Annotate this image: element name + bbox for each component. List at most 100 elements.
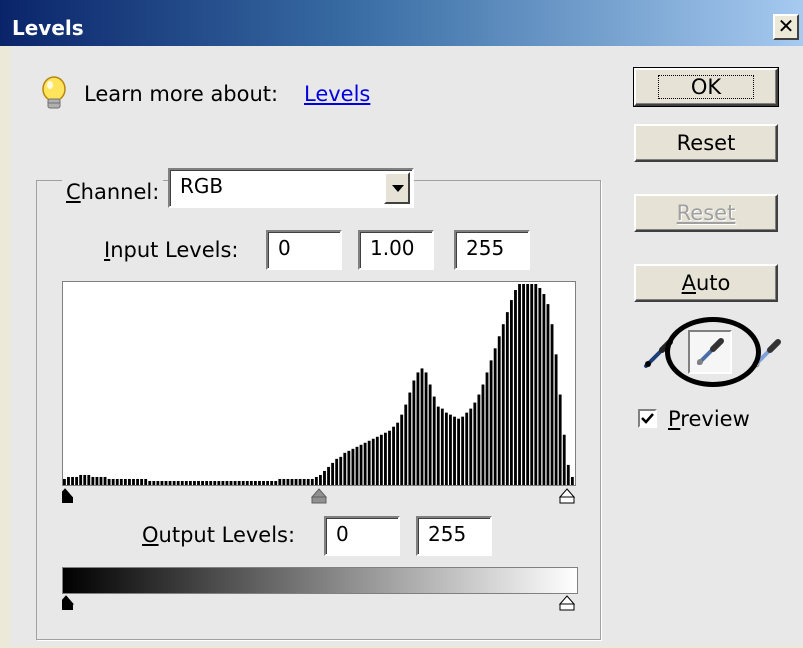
histogram-bar xyxy=(384,432,387,485)
histogram-bar xyxy=(526,284,530,485)
input-levels-label: Input Levels: xyxy=(104,238,239,262)
histogram-bar xyxy=(367,440,371,485)
output-black-handle-base[interactable] xyxy=(60,604,73,610)
output-slider[interactable] xyxy=(57,594,578,612)
histogram-bar xyxy=(205,480,209,485)
histogram-bar xyxy=(343,452,347,485)
input-white-handle[interactable] xyxy=(558,488,576,498)
histogram-bar xyxy=(501,324,505,485)
histogram-bar xyxy=(286,478,290,485)
histogram-bar xyxy=(221,480,225,485)
histogram-bar xyxy=(144,478,148,485)
ok-button-label: OK xyxy=(657,75,755,99)
channel-select[interactable]: RGB xyxy=(168,168,414,208)
title-bar[interactable]: Levels ✕ xyxy=(0,0,803,46)
histogram-bar xyxy=(245,480,249,485)
histogram-bar xyxy=(209,480,213,485)
histogram-bar xyxy=(408,392,412,485)
histogram-bar xyxy=(339,456,343,485)
histogram-bar xyxy=(481,384,485,485)
input-black-field[interactable]: 0 xyxy=(266,230,342,270)
histogram-bar xyxy=(375,436,379,485)
channel-value: RGB xyxy=(180,174,224,198)
histogram-bar xyxy=(400,414,404,485)
histogram-bar xyxy=(310,478,314,485)
histogram-bar xyxy=(262,480,265,485)
input-black-handle[interactable] xyxy=(56,488,74,498)
auto-button[interactable]: Auto xyxy=(634,264,778,302)
histogram-bar xyxy=(229,480,233,485)
histogram-bar xyxy=(270,480,274,485)
preview-checkbox[interactable] xyxy=(638,409,657,428)
histogram-bar xyxy=(217,480,221,485)
input-slider-track[interactable] xyxy=(56,487,576,505)
learn-more-label: Learn more about: xyxy=(84,82,279,106)
histogram-bar xyxy=(477,394,481,485)
histogram-bar xyxy=(428,384,432,485)
histogram-bar xyxy=(197,480,200,485)
histogram-bar xyxy=(534,284,538,485)
window-title: Levels xyxy=(12,16,84,40)
close-button[interactable]: ✕ xyxy=(773,14,799,40)
dialog-body: Learn more about: Levels Channel: RGB In… xyxy=(10,46,803,646)
histogram-bar xyxy=(237,480,241,485)
input-gamma-field[interactable]: 1.00 xyxy=(358,230,434,270)
input-slider[interactable] xyxy=(56,487,576,505)
histogram-bar xyxy=(282,478,286,485)
histogram-bar xyxy=(253,480,257,485)
histogram-bar xyxy=(119,478,123,485)
output-white-handle[interactable] xyxy=(558,595,576,605)
reset-disabled-button: Reset xyxy=(634,194,778,232)
histogram-bar xyxy=(156,480,160,485)
histogram-bar xyxy=(95,476,99,485)
input-black-value: 0 xyxy=(278,236,291,260)
histogram-bar xyxy=(79,474,83,485)
histogram-bar xyxy=(363,442,367,485)
histogram-bar xyxy=(258,480,261,485)
input-white-handle-base[interactable] xyxy=(559,496,575,504)
output-black-handle[interactable] xyxy=(57,595,75,605)
reset-button[interactable]: Reset xyxy=(634,124,778,162)
output-black-field[interactable]: 0 xyxy=(324,516,400,556)
histogram-bar xyxy=(213,480,217,485)
histogram-bar xyxy=(278,478,282,485)
histogram-bar xyxy=(132,478,135,485)
input-black-handle-base[interactable] xyxy=(59,497,73,503)
histogram-bar xyxy=(302,478,306,485)
output-slider-track[interactable] xyxy=(57,594,578,612)
levels-help-link[interactable]: Levels xyxy=(304,82,370,106)
chevron-down-icon[interactable] xyxy=(384,172,410,204)
histogram-bar xyxy=(323,470,326,485)
histogram-bar xyxy=(416,372,420,485)
histogram-bar xyxy=(518,284,521,485)
histogram-bar xyxy=(172,480,176,485)
output-black-value: 0 xyxy=(336,522,349,546)
histogram-bar xyxy=(570,476,574,485)
histogram-bar xyxy=(493,348,497,485)
histogram-bar xyxy=(542,294,546,485)
annotation-circle xyxy=(665,317,761,387)
ok-button[interactable]: OK xyxy=(633,67,779,107)
histogram-bar xyxy=(319,474,322,485)
histogram-bar xyxy=(396,422,400,485)
histogram-bar xyxy=(404,404,408,485)
histogram-bar xyxy=(530,284,534,485)
preview-label[interactable]: Preview xyxy=(668,407,750,431)
input-white-field[interactable]: 255 xyxy=(454,230,530,270)
histogram-bar xyxy=(465,412,469,485)
input-gamma-handle-base[interactable] xyxy=(311,496,327,504)
histogram-bar xyxy=(562,434,566,485)
histogram-bar xyxy=(420,368,424,485)
histogram-bar xyxy=(432,396,436,485)
histogram-bar xyxy=(115,478,119,485)
histogram-bar xyxy=(509,300,513,485)
input-gamma-handle[interactable] xyxy=(310,488,328,498)
input-gamma-value: 1.00 xyxy=(370,236,415,260)
histogram-bar xyxy=(485,372,489,485)
histogram-bar xyxy=(164,480,168,485)
output-white-field[interactable]: 255 xyxy=(416,516,492,556)
output-white-handle-base[interactable] xyxy=(559,603,575,611)
close-icon: ✕ xyxy=(777,14,795,38)
histogram-bar xyxy=(274,480,278,485)
histogram-bar xyxy=(128,478,131,485)
